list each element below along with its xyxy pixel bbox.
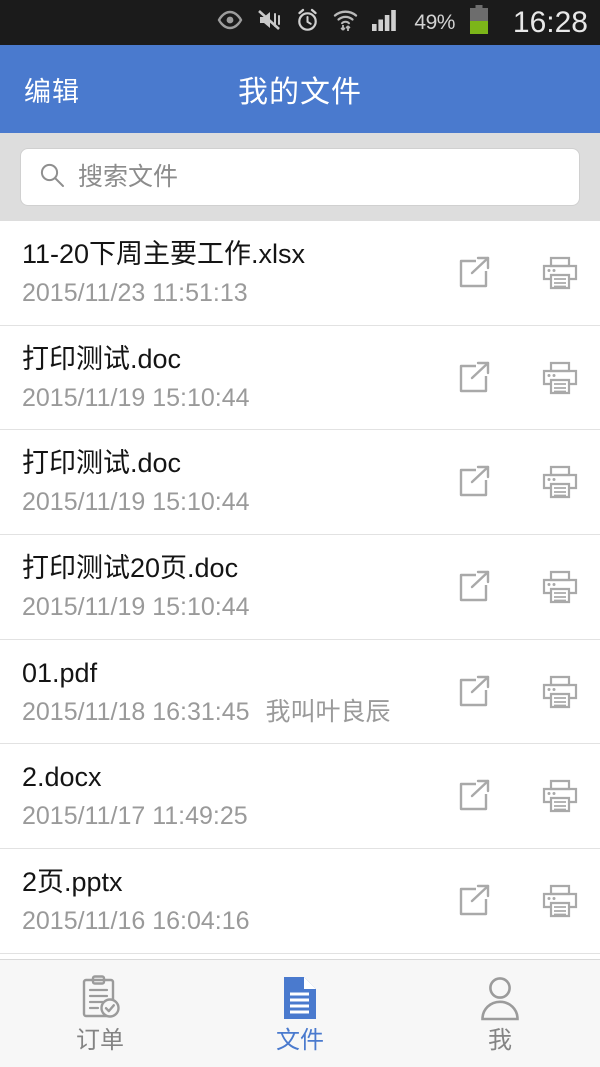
printer-icon[interactable] <box>538 460 582 504</box>
row-actions <box>432 460 582 504</box>
wifi-transfer-icon <box>333 8 358 38</box>
file-date: 2015/11/19 15:10:44 <box>22 592 250 621</box>
file-meta: 2015/11/19 15:10:44 <box>22 383 432 412</box>
edit-button[interactable]: 编辑 <box>24 70 80 109</box>
printer-icon[interactable] <box>538 774 582 818</box>
page-title: 我的文件 <box>238 76 362 109</box>
file-meta: 2015/11/23 11:51:13 <box>22 278 432 307</box>
alarm-clock-icon <box>295 8 320 38</box>
document-icon <box>280 974 320 1022</box>
row-actions <box>432 251 582 295</box>
file-row[interactable]: 打印测试.doc 2015/11/19 15:10:44 <box>0 430 600 536</box>
search-input[interactable] <box>78 162 561 192</box>
battery-percent-label: 49% <box>414 10 455 34</box>
share-icon[interactable] <box>452 774 496 818</box>
file-meta: 2015/11/18 16:31:45 我叫叶良辰 <box>22 697 432 726</box>
file-date: 2015/11/17 11:49:25 <box>22 802 248 831</box>
file-info: 打印测试20页.doc 2015/11/19 15:10:44 <box>22 553 432 621</box>
tab-profile-label: 我 <box>488 1027 512 1054</box>
printer-icon[interactable] <box>538 879 582 923</box>
file-info: 打印测试.doc 2015/11/19 15:10:44 <box>22 344 432 412</box>
app-header: 我的文件 编辑 <box>0 45 600 133</box>
file-row[interactable]: 打印测试20页.doc 2015/11/19 15:10:44 <box>0 535 600 640</box>
vibrate-mute-icon <box>256 8 282 37</box>
file-info: 2.docx 2015/11/17 11:49:25 <box>22 762 432 830</box>
printer-icon[interactable] <box>538 356 582 400</box>
printer-icon[interactable] <box>538 251 582 295</box>
clipboard-check-icon <box>78 974 122 1022</box>
printer-icon[interactable] <box>538 565 582 609</box>
bottom-tab-bar: 订单 文件 我 <box>0 959 600 1067</box>
file-name: 2.docx <box>22 762 102 793</box>
file-date: 2015/11/23 11:51:13 <box>22 278 248 307</box>
file-name: 2页.pptx <box>22 866 123 897</box>
tab-orders[interactable]: 订单 <box>0 960 200 1067</box>
file-note: 我叫叶良辰 <box>265 697 391 726</box>
cellular-signal-icon <box>371 8 399 37</box>
file-info: 11-20下周主要工作.xlsx 2015/11/23 11:51:13 <box>22 239 432 307</box>
file-meta: 2015/11/17 11:49:25 <box>22 803 432 830</box>
file-name: 打印测试.doc <box>22 343 182 374</box>
file-row[interactable]: 打印测试.doc 2015/11/19 15:10:44 <box>0 325 600 431</box>
row-actions <box>432 356 582 400</box>
printer-icon[interactable] <box>538 670 582 714</box>
file-info: 2页.pptx 2015/11/16 16:04:16 <box>22 867 432 935</box>
file-list[interactable]: 11-20下周主要工作.xlsx 2015/11/23 11:51:13 打印测试.… <box>0 221 600 959</box>
search-bar-container <box>0 133 600 221</box>
file-info: 01.pdf 2015/11/18 16:31:45 我叫叶良辰 <box>22 658 432 726</box>
file-name: 打印测试.doc <box>22 448 182 479</box>
row-actions <box>432 774 582 818</box>
file-date: 2015/11/19 15:10:44 <box>22 488 250 517</box>
file-row[interactable]: 01.pdf 2015/11/18 16:31:45 我叫叶良辰 <box>0 639 600 745</box>
phone-screen: 49% 16:28 我的文件 编辑 搜索文件 11-20下周主要工作.xlsx … <box>0 0 600 1067</box>
person-icon <box>479 974 521 1022</box>
tab-orders-label: 订单 <box>76 1027 124 1054</box>
status-clock: 16:28 <box>512 5 588 39</box>
file-date: 2015/11/18 16:31:45 <box>22 697 250 726</box>
tab-profile[interactable]: 我 <box>400 960 600 1067</box>
tab-files[interactable]: 文件 <box>200 960 400 1067</box>
search-icon <box>39 162 65 193</box>
file-row[interactable]: 2页.pptx 2015/11/16 16:04:16 <box>0 849 600 954</box>
file-meta: 2015/11/19 15:10:44 <box>22 489 432 516</box>
file-meta: 2015/11/19 15:10:44 <box>22 592 432 621</box>
battery-icon <box>469 5 489 40</box>
file-name: 11-20下周主要工作.xlsx <box>22 238 306 269</box>
share-icon[interactable] <box>452 670 496 714</box>
share-icon[interactable] <box>452 460 496 504</box>
share-icon[interactable] <box>452 565 496 609</box>
tab-files-label: 文件 <box>276 1027 324 1054</box>
row-actions <box>432 565 582 609</box>
file-meta: 2015/11/16 16:04:16 <box>22 906 432 935</box>
file-info: 打印测试.doc 2015/11/19 15:10:44 <box>22 448 432 516</box>
status-icon-group: 49% 16:28 <box>217 5 588 40</box>
row-actions <box>432 670 582 714</box>
file-name: 01.pdf <box>22 657 98 688</box>
share-icon[interactable] <box>452 251 496 295</box>
file-date: 2015/11/16 16:04:16 <box>22 906 250 935</box>
search-box[interactable] <box>20 148 580 206</box>
file-date: 2015/11/19 15:10:44 <box>22 383 250 412</box>
row-actions <box>432 879 582 923</box>
file-row[interactable]: 11-20下周主要工作.xlsx 2015/11/23 11:51:13 <box>0 221 600 326</box>
file-name: 打印测试20页.doc <box>22 552 239 583</box>
smart-stay-eye-icon <box>217 9 243 36</box>
share-icon[interactable] <box>452 356 496 400</box>
share-icon[interactable] <box>452 879 496 923</box>
file-row[interactable]: 2.docx 2015/11/17 11:49:25 <box>0 744 600 850</box>
status-bar: 49% 16:28 <box>0 0 600 45</box>
